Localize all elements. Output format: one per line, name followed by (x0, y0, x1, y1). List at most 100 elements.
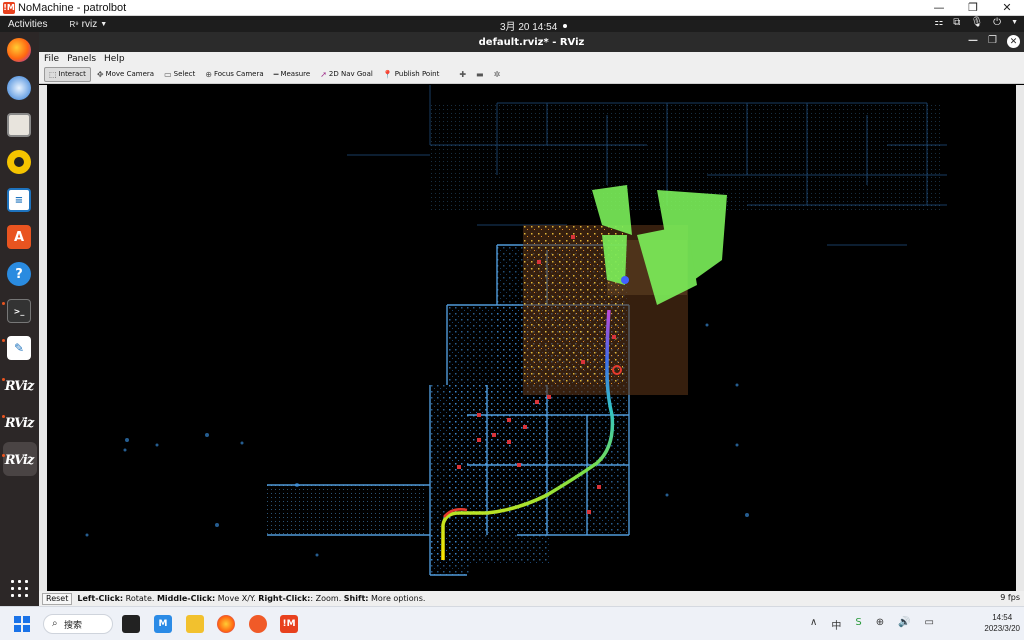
status-hint: Left-Click: Rotate. Middle-Click: Move X… (77, 594, 426, 603)
tool-label: Measure (280, 70, 311, 78)
left-panel-collapsed[interactable] (39, 85, 47, 591)
map-visualization (85, 85, 947, 576)
terminal-icon[interactable]: >_ (7, 299, 31, 323)
file-explorer-icon[interactable] (186, 615, 204, 633)
firefox-icon[interactable] (7, 38, 31, 62)
help-icon[interactable]: ? (7, 262, 31, 286)
tool-label: Interact (58, 70, 86, 78)
dropdown-arrow-icon: ▼ (100, 20, 108, 28)
right-panel-collapsed[interactable] (1016, 85, 1024, 591)
thunderbird-icon[interactable] (7, 76, 31, 100)
show-apps-icon[interactable] (11, 580, 28, 597)
rviz-icon[interactable]: RViz (5, 448, 35, 472)
plus-icon: ✚ (459, 69, 467, 79)
rviz-close-button[interactable]: ✕ (1007, 35, 1020, 48)
rviz-maximize-button[interactable]: ❐ (988, 35, 997, 48)
minimize-button[interactable]: — (922, 0, 956, 16)
rviz-window-title: default.rviz* - RViz (478, 36, 585, 48)
volume-icon[interactable]: 🔊 (898, 617, 910, 632)
nomachine-window-title: NoMachine - patrolbot (18, 1, 127, 14)
taskbar-tray[interactable]: ∧ 中 S ⊕ 🔊 ▭ (810, 617, 934, 632)
tool-label: Focus Camera (213, 70, 264, 78)
running-indicator-icon (2, 339, 5, 342)
task-view-icon[interactable] (122, 615, 140, 633)
microphone-icon[interactable]: 🎙 (970, 17, 983, 28)
writer-icon[interactable]: ≡ (7, 188, 31, 212)
measure-icon: ━ (273, 69, 279, 79)
tool-measure[interactable]: ━ Measure (270, 67, 315, 82)
fps-counter: 9 fps (1000, 593, 1020, 602)
taskbar-time: 14:54 (992, 613, 1013, 622)
battery-icon[interactable]: ▭ (925, 617, 934, 632)
nav-goal-icon: ➚ (320, 69, 327, 79)
rviz-titlebar: default.rviz* - RViz — ❐ ✕ (39, 32, 1024, 52)
tool-label: Move Camera (105, 70, 155, 78)
tool-properties-button[interactable]: ✲ (490, 67, 505, 82)
remove-tool-button[interactable]: ▬ (472, 67, 488, 82)
move-camera-icon: ✥ (96, 69, 104, 79)
clock-text: 3月 20 14:54 (500, 22, 558, 33)
show-hidden-icons-icon[interactable]: ∧ (810, 617, 817, 632)
menu-help[interactable]: Help (104, 54, 125, 64)
close-button[interactable]: ✕ (990, 0, 1024, 16)
tool-move-camera[interactable]: ✥ Move Camera (93, 67, 158, 82)
rviz-small-icon: R⁹ (69, 19, 79, 29)
widgets-icon[interactable]: M (154, 615, 172, 633)
nomachine-taskbar-icon[interactable]: !M (280, 615, 298, 633)
power-icon[interactable]: ⏻ (993, 17, 1001, 28)
restore-button[interactable]: ❐ (956, 0, 990, 16)
tool-select[interactable]: ▭ Select (160, 67, 199, 82)
focus-camera-icon: ⊕ (205, 69, 212, 79)
menu-panels[interactable]: Panels (67, 54, 96, 64)
minus-icon: ▬ (476, 69, 484, 79)
gnome-clock[interactable]: 3月 20 14:54 (500, 18, 568, 33)
rviz-icon[interactable]: RViz (5, 374, 35, 398)
gear-icon: ✲ (493, 69, 501, 79)
activities-button[interactable]: Activities (0, 19, 55, 30)
rviz-toolbar: ⬚ Interact ✥ Move Camera ▭ Select ⊕ Focu… (39, 65, 1024, 84)
security-icon[interactable]: S (855, 617, 861, 632)
search-label: 搜索 (64, 620, 83, 631)
tool-2d-nav-goal[interactable]: ➚ 2D Nav Goal (316, 67, 377, 82)
tool-interact[interactable]: ⬚ Interact (44, 66, 91, 82)
select-icon: ▭ (164, 69, 172, 79)
notification-dot-icon (563, 23, 568, 28)
add-tool-button[interactable]: ✚ (455, 67, 470, 82)
tool-label: 2D Nav Goal (328, 70, 373, 78)
tool-label: Publish Point (394, 70, 440, 78)
system-tray[interactable]: ⚏ ⧉ 🎙 ⏻ ▼ (934, 17, 1018, 28)
files-icon[interactable] (7, 113, 31, 137)
taskbar-search[interactable]: ⌕ 搜索 (43, 614, 113, 634)
firefox-taskbar-icon[interactable] (217, 615, 235, 633)
reset-button[interactable]: Reset (42, 592, 73, 605)
taskbar-clock[interactable]: 14:54 2023/3/20 (984, 612, 1020, 634)
language-icon[interactable]: ⊕ (876, 617, 884, 632)
app-menu-label: rviz (81, 18, 98, 30)
menu-file[interactable]: File (44, 54, 59, 64)
rviz-icon[interactable]: RViz (5, 411, 35, 435)
rviz-minimize-button[interactable]: — (968, 35, 978, 48)
rviz-menubar: File Panels Help (39, 52, 1024, 65)
tool-focus-camera[interactable]: ⊕ Focus Camera (201, 67, 267, 82)
browser-taskbar-icon[interactable] (249, 615, 267, 633)
text-editor-icon[interactable]: ✎ (7, 336, 31, 360)
running-indicator-icon (2, 302, 5, 305)
input-method-icon[interactable]: ⚏ (934, 17, 943, 28)
ime-icon[interactable]: 中 (831, 617, 841, 632)
app-menu[interactable]: R⁹ rviz ▼ (69, 19, 107, 30)
rviz-3d-viewport[interactable] (47, 85, 1016, 591)
search-icon: ⌕ (52, 618, 58, 629)
app-center-icon[interactable]: A (7, 225, 31, 249)
network-icon[interactable]: ⧉ (953, 17, 960, 28)
windows-start-icon[interactable] (14, 616, 30, 632)
tool-publish-point[interactable]: 📍 Publish Point (379, 67, 444, 82)
interact-icon: ⬚ (49, 69, 57, 79)
rhythmbox-icon[interactable] (7, 150, 31, 174)
tool-label: Select (173, 70, 196, 78)
publish-point-icon: 📍 (382, 69, 393, 79)
windows-taskbar: ⌕ 搜索 M !M ∧ 中 S ⊕ 🔊 ▭ 14:54 2023/3/20 (0, 606, 1024, 640)
taskbar-date: 2023/3/20 (984, 624, 1020, 633)
tray-dropdown-icon[interactable]: ▼ (1011, 19, 1018, 26)
ubuntu-dock: ≡ A ? >_ ✎ RViz RViz RViz (0, 32, 39, 606)
gnome-top-bar: Activities R⁹ rviz ▼ 3月 20 14:54 ⚏ ⧉ 🎙 ⏻… (0, 16, 1024, 33)
